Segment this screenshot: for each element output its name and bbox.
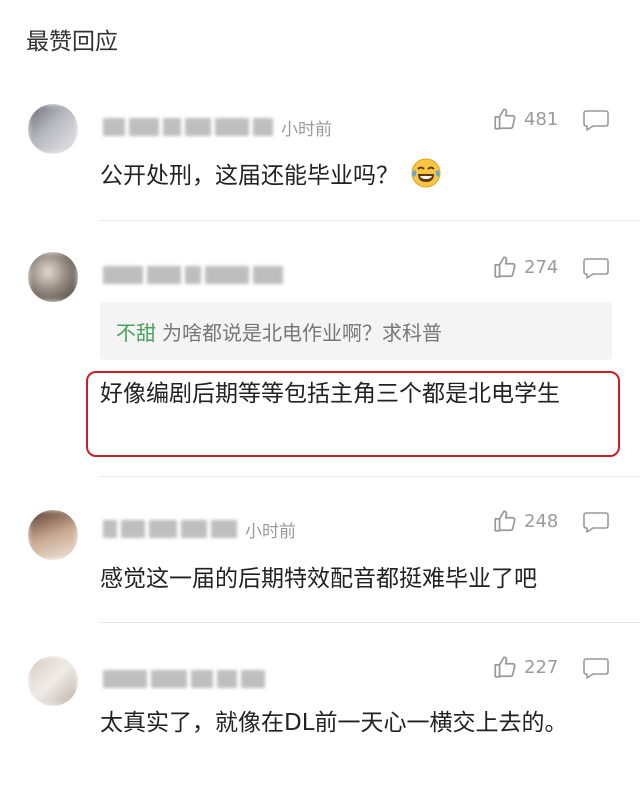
thumbs-up-icon: [494, 108, 516, 130]
speech-bubble-icon[interactable]: [582, 256, 610, 280]
username[interactable]: [103, 264, 291, 286]
like-count: 274: [524, 256, 559, 278]
avatar[interactable]: [28, 656, 78, 706]
speech-bubble-icon[interactable]: [582, 108, 610, 132]
laughing-tears-emoji: [411, 158, 441, 188]
avatar[interactable]: [28, 252, 78, 302]
username[interactable]: [103, 668, 273, 690]
like-count: 248: [524, 510, 559, 532]
speech-bubble-icon[interactable]: [582, 656, 610, 680]
like-button[interactable]: 227: [492, 654, 558, 680]
quoted-reply[interactable]: 不甜 为啥都说是北电作业啊？求科普: [100, 302, 612, 360]
like-button[interactable]: 274: [492, 254, 558, 280]
comment-text: 公开处刑，这届还能毕业吗？: [100, 157, 620, 195]
divider: [100, 220, 640, 221]
thumbs-up-icon: [494, 256, 516, 278]
comment-text: 好像编剧后期等等包括主角三个都是北电学生: [100, 381, 560, 407]
page-title: 最赞回应: [26, 29, 118, 55]
username[interactable]: 小时前: [103, 116, 332, 140]
avatar[interactable]: [28, 510, 78, 560]
thumbs-up-icon: [494, 656, 516, 678]
timestamp: 小时前: [281, 119, 332, 140]
divider: [100, 622, 640, 623]
username[interactable]: 小时前: [103, 518, 296, 542]
speech-bubble-icon[interactable]: [582, 510, 610, 534]
like-button[interactable]: 481: [492, 106, 558, 132]
comment-text: 感觉这一届的后期特效配音都挺难毕业了吧: [100, 566, 537, 592]
timestamp: 小时前: [245, 521, 296, 542]
divider: [100, 476, 640, 477]
comment-text: 太真实了，就像在DL前一天心一横交上去的。: [100, 710, 568, 736]
thumbs-up-icon: [494, 510, 516, 532]
like-button[interactable]: 248: [492, 508, 558, 534]
quoted-text: 为啥都说是北电作业啊？求科普: [162, 320, 442, 345]
like-count: 227: [524, 656, 559, 678]
like-count: 481: [524, 108, 559, 130]
avatar[interactable]: [28, 104, 78, 154]
quoted-username[interactable]: 不甜: [116, 317, 156, 346]
